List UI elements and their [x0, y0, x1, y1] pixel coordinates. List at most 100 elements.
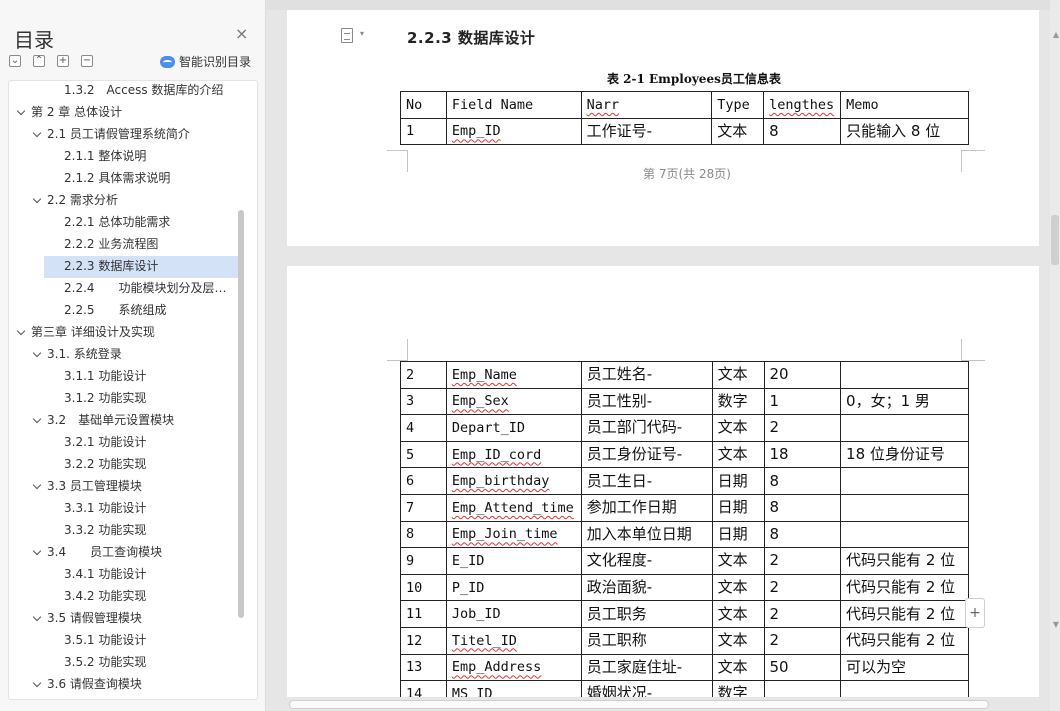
toc-item[interactable]: 1.3.2 Access 数据库的介绍 [64, 81, 238, 102]
toc-item[interactable]: 2.1.1 整体说明 [64, 146, 238, 168]
table-cell: 文本 [717, 631, 748, 650]
table-cell: Emp_ID [451, 123, 501, 140]
table-cell: 文本 [717, 578, 748, 597]
table-cell: 日期 [717, 498, 748, 517]
close-icon[interactable]: × [235, 24, 248, 43]
table-cell: Emp_Join_time [451, 526, 558, 543]
table-cell: 数字 [717, 391, 748, 410]
vertical-scroll-thumb[interactable] [1051, 215, 1059, 265]
toc-item[interactable]: 3.3.2 功能实现 [64, 520, 238, 542]
toc-item[interactable]: 3.6 请假查询模块 [47, 674, 238, 696]
chevron-down-icon[interactable] [33, 410, 43, 432]
toc-item[interactable]: 3.5.1 功能设计 [64, 630, 238, 652]
table-cell: 2 [406, 366, 415, 383]
toc-item[interactable]: 3.4.2 功能实现 [64, 586, 238, 608]
toc-item[interactable]: 2.1.2 具体需求说明 [64, 168, 238, 190]
table-cell: 员工职务 [586, 604, 647, 623]
table-cell: 2 [769, 578, 780, 597]
table-header-row: No Field Name Narr Type lengthes Memo [400, 91, 969, 119]
table-cell: 文化程度- [586, 551, 653, 570]
toc-item[interactable]: 2.2.2 业务流程图 [64, 234, 238, 256]
horizontal-scrollbar[interactable] [287, 697, 1039, 711]
toc-item[interactable]: 2.2.1 总体功能需求 [64, 212, 238, 234]
table-cell: 2 [769, 551, 780, 570]
chevron-down-icon[interactable] [33, 542, 43, 564]
toc-scrollbar[interactable] [238, 210, 244, 618]
toc-item[interactable]: 3.5 请假管理模块 [47, 608, 238, 630]
table-cell: 文本 [717, 418, 748, 437]
toc-item[interactable]: 3.1.2 功能实现 [64, 388, 238, 410]
table-cell: 可以为空 [846, 657, 907, 676]
table-cell: 8 [769, 471, 780, 490]
smart-toc-button[interactable]: 智能识别目录 [160, 53, 251, 70]
document-icon[interactable] [341, 28, 353, 43]
toc-item[interactable]: 3.3 员工管理模块 [47, 476, 238, 498]
scroll-down-icon[interactable]: ▼ [1053, 620, 1059, 629]
toc-item[interactable]: 3.2 基础单元设置模块 [47, 410, 238, 432]
table-row: 5 Emp_ID_cord 员工身份证号- 文本 18 18 位身份证号 [400, 440, 969, 469]
toc-item[interactable]: 2.1 员工请假管理系统简介 [47, 124, 238, 146]
table-cell: 0，女；1 男 [846, 391, 930, 410]
toc-item[interactable]: 3.1. 系统登录 [47, 344, 238, 366]
table-cell: 18 [769, 445, 789, 464]
page-edge [267, 0, 1060, 10]
collapse-all-icon[interactable]: ⌃ [33, 55, 45, 67]
table-cell: Emp_Address [451, 659, 542, 676]
toc-item[interactable]: 3.2.1 功能设计 [64, 432, 238, 454]
chevron-down-icon[interactable] [17, 102, 27, 124]
table-cell: 4 [406, 419, 415, 436]
chevron-down-icon[interactable] [33, 476, 43, 498]
table-cell: 只能输入 8 位 [846, 121, 941, 140]
toc-item[interactable]: 3.5.2 功能实现 [64, 652, 238, 674]
table-row: 4 Depart_ID 员工部门代码- 文本 2 [400, 414, 969, 442]
table-row: 13 Emp_Address 员工家庭住址- 文本 50 可以为空 [400, 653, 969, 682]
table-cell: 文本 [717, 551, 748, 570]
vertical-scrollbar[interactable]: ▲ ▼ [1050, 0, 1060, 711]
toc-item[interactable]: 2.2 需求分析 [47, 190, 238, 212]
table-cell: 参加工作日期 [586, 498, 677, 517]
table-cell: P_ID [451, 579, 485, 596]
chevron-down-icon[interactable] [33, 608, 43, 630]
crop-mark [407, 150, 408, 172]
expand-all-icon[interactable]: ⌄ [9, 55, 21, 67]
crop-mark [961, 339, 962, 361]
toc-item[interactable]: 2.2.4 功能模块划分及层次结构 [64, 278, 238, 300]
page-7: ▾ 2.2.3 数据库设计 表 2-1 Employees员工信息表 No Fie… [287, 10, 1039, 246]
table-row: 12 Titel_ID 员工职称 文本 2 代码只能有 2 位 [400, 626, 969, 655]
horizontal-scroll-thumb[interactable] [289, 700, 989, 709]
chevron-down-icon[interactable] [33, 674, 43, 696]
table-cell: 工作证号- [586, 121, 652, 140]
page-8: 2 Emp_Name 员工姓名- 文本 20 3 Emp_Sex 员工性别- 数字 1 0，女；1 … [287, 266, 1039, 711]
table-cell: 加入本单位日期 [586, 524, 692, 543]
toc-item[interactable]: 2.2.3 数据库设计 [44, 256, 238, 278]
remove-level-icon[interactable]: − [81, 55, 93, 67]
toc-item[interactable]: 3.4 员工查询模块 [47, 542, 238, 564]
chevron-down-icon[interactable] [17, 322, 27, 344]
scroll-up-icon[interactable]: ▲ [1053, 30, 1059, 39]
table-cell: 2 [769, 418, 780, 437]
chevron-down-icon[interactable] [33, 344, 43, 366]
table-row: 6 Emp_birthday 员工生日- 日期 8 [400, 467, 969, 495]
chevron-down-icon[interactable]: ▾ [360, 29, 364, 38]
table-cell: Emp_Name [451, 366, 517, 383]
toc-item[interactable]: 3.2.2 功能实现 [64, 454, 238, 476]
table-cell: 员工性别- [586, 391, 653, 410]
chevron-down-icon[interactable] [33, 190, 43, 212]
table-row: 8 Emp_Join_time 加入本单位日期 日期 8 [400, 520, 969, 549]
toc-item[interactable]: 2.2.5 系统组成 [64, 300, 238, 322]
add-level-icon[interactable]: + [57, 55, 69, 67]
toc-item[interactable]: 3.3.1 功能设计 [64, 498, 238, 520]
table-row: 3 Emp_Sex 员工性别- 数字 1 0，女；1 男 [400, 387, 969, 416]
table-cell: 员工家庭住址- [586, 657, 683, 676]
table-header-cell: No [406, 96, 423, 113]
table-cell: 10 [406, 579, 423, 596]
toc-item[interactable]: 3.4.1 功能设计 [64, 564, 238, 586]
add-button[interactable]: + [965, 598, 985, 628]
toc-item[interactable]: 3.1.1 功能设计 [64, 366, 238, 388]
chevron-down-icon[interactable] [33, 124, 43, 146]
toc-item[interactable]: 第三章 详细设计及实现 [31, 322, 238, 344]
table-row: 7 Emp_Attend_time 参加工作日期 日期 8 [400, 493, 969, 522]
table-cell: 文本 [717, 365, 748, 384]
table-cell: 9 [406, 552, 415, 569]
toc-item[interactable]: 第 2 章 总体设计 [31, 102, 238, 124]
